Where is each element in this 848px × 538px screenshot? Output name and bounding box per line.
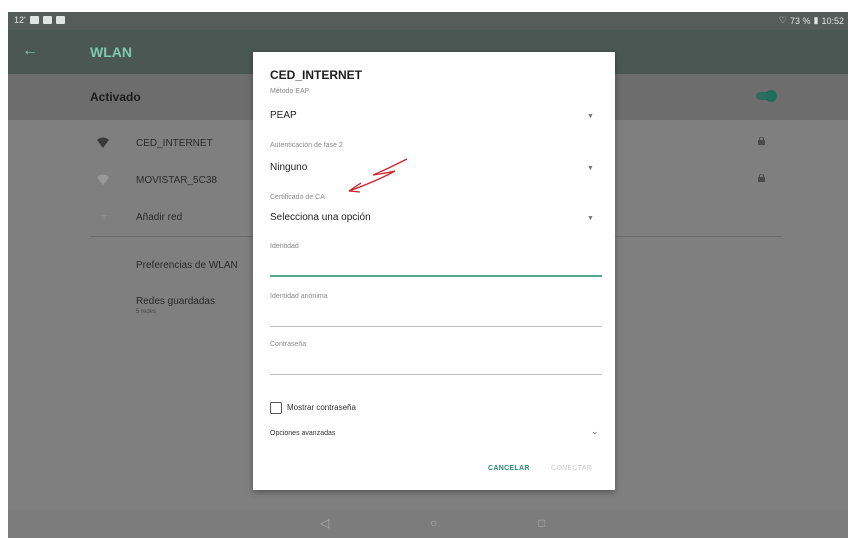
wifi-config-dialog: CED_INTERNET Método EAP PEAP ▼ Autentica… xyxy=(253,52,615,490)
eap-method-label: Método EAP xyxy=(270,88,310,95)
battery-icon: ▮ xyxy=(813,15,819,25)
advanced-options-label[interactable]: Opciones avanzadas xyxy=(270,430,335,437)
dropdown-caret-icon[interactable]: ▼ xyxy=(587,113,594,120)
wlan-preferences-label: Preferencias de WLAN xyxy=(136,260,238,271)
battery-level: 73 % xyxy=(790,15,811,26)
anonymous-identity-input[interactable] xyxy=(270,326,602,327)
saved-networks-label: Redes guardadas xyxy=(136,296,215,307)
lock-icon xyxy=(758,174,765,182)
status-bar: 12' ♡ 73 % ▮ 10:52 xyxy=(8,12,848,30)
annotation-arrow-icon xyxy=(348,158,408,193)
chevron-down-icon[interactable]: ⌄ xyxy=(591,426,599,437)
identity-label: Identidad xyxy=(270,243,299,250)
notification-icon xyxy=(55,16,65,24)
show-password-checkbox[interactable] xyxy=(270,402,282,414)
password-input[interactable] xyxy=(270,374,602,375)
wifi-weak-icon xyxy=(97,174,109,185)
toggle-knob xyxy=(765,90,777,102)
network-name: MOVISTAR_5C38 xyxy=(136,175,217,186)
back-arrow-icon[interactable]: ← xyxy=(22,42,38,60)
identity-input[interactable] xyxy=(270,275,602,277)
wlan-toggle-label: Activado xyxy=(90,90,141,104)
connect-button[interactable]: CONECTAR xyxy=(551,465,592,472)
ca-certificate-label: Certificado de CA xyxy=(270,194,325,201)
eap-method-select[interactable]: PEAP xyxy=(270,110,297,121)
phase2-auth-select[interactable]: Ninguno xyxy=(270,162,307,173)
navigation-bar: ◁ ○ □ xyxy=(8,510,848,538)
nav-home-button[interactable]: ○ xyxy=(430,516,437,530)
saved-networks-item[interactable]: Redes guardadas 5 redes xyxy=(136,296,215,315)
dropdown-caret-icon[interactable]: ▼ xyxy=(587,165,594,172)
wlan-preferences-item[interactable]: Preferencias de WLAN xyxy=(136,260,238,271)
nav-recents-button[interactable]: □ xyxy=(538,516,545,530)
notification-icon xyxy=(29,16,39,24)
saved-networks-count: 5 redes xyxy=(136,309,157,315)
cancel-button[interactable]: CANCELAR xyxy=(488,465,530,472)
dialog-title: CED_INTERNET xyxy=(270,68,363,82)
nav-back-button[interactable]: ◁ xyxy=(320,516,329,530)
page-title: WLAN xyxy=(90,44,132,60)
anonymous-identity-label: Identidad anónima xyxy=(270,293,328,300)
plus-icon: + xyxy=(100,207,109,223)
status-clock: 10:52 xyxy=(821,15,844,26)
wifi-full-icon xyxy=(97,137,109,148)
phase2-auth-label: Autenticación de fase 2 xyxy=(270,142,343,149)
wifi-status-icon: ♡ xyxy=(778,15,787,25)
add-network-label: Añadir red xyxy=(136,212,183,223)
network-name: CED_INTERNET xyxy=(136,138,213,149)
ca-certificate-select[interactable]: Selecciona una opción xyxy=(270,212,371,223)
show-password-label: Mostrar contraseña xyxy=(287,403,356,412)
status-time-left: 12' xyxy=(14,15,26,25)
wlan-toggle-switch[interactable] xyxy=(756,90,777,102)
lock-icon xyxy=(758,137,765,145)
dropdown-caret-icon[interactable]: ▼ xyxy=(587,215,594,222)
password-label: Contraseña xyxy=(270,341,307,348)
notification-icon xyxy=(42,16,52,24)
